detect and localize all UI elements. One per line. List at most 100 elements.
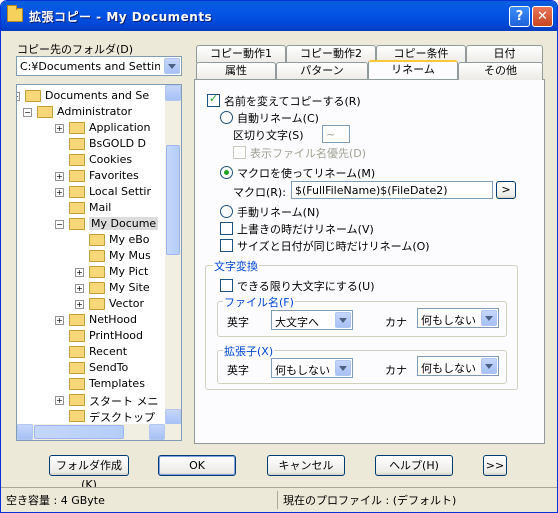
rename-enable-label: 名前を変えてコピーする(R) <box>224 95 361 108</box>
same-size-date-checkbox[interactable] <box>220 239 233 252</box>
title-bar[interactable]: 拡張コピー - My Documents ? ✕ <box>1 1 557 31</box>
scroll-thumb[interactable] <box>166 145 180 255</box>
tree-node[interactable]: − My Docume <box>17 216 165 232</box>
filename-kana-select[interactable]: 何もしない <box>417 308 499 328</box>
folder-icon <box>89 234 105 246</box>
tree-node[interactable]: + NetHood <box>17 312 165 328</box>
tree-node[interactable]: + Local Settir <box>17 184 165 200</box>
filename-eiji-value: 大文字へ <box>275 316 319 329</box>
tree-node[interactable]: − Administrator <box>17 104 165 120</box>
scroll-right-button[interactable] <box>149 424 165 440</box>
expand-icon[interactable]: + <box>55 124 64 133</box>
tree-node-label: Administrator <box>57 105 132 118</box>
tree-node[interactable]: + Vector <box>17 296 165 312</box>
tree-node[interactable]: Cookies <box>17 152 165 168</box>
prefer-display-name-checkbox[interactable] <box>233 146 246 159</box>
tree-node-label: Local Settir <box>89 185 151 198</box>
tab-pattern[interactable]: パターン <box>276 62 368 80</box>
manual-rename-radio[interactable] <box>220 205 233 218</box>
expand-button[interactable]: >> <box>483 455 507 476</box>
collapse-icon[interactable]: − <box>23 108 32 117</box>
folder-icon <box>89 250 105 262</box>
create-folder-button[interactable]: フォルダ作成(K) <box>49 455 129 491</box>
tree-node[interactable]: デスクトップ <box>17 408 165 424</box>
macro-value: $(FullFileName)$(FileDate2) <box>295 184 448 197</box>
macro-rename-radio[interactable] <box>220 166 233 179</box>
extension-eiji-select[interactable]: 何もしない <box>271 358 353 378</box>
filename-eiji-select[interactable]: 大文字へ <box>271 310 353 330</box>
separator-input[interactable]: ~ <box>322 125 350 143</box>
expand-icon[interactable]: + <box>55 316 64 325</box>
tree-node[interactable]: − Documents and Se <box>17 88 165 104</box>
tree-vertical-scrollbar[interactable] <box>165 85 181 425</box>
tab-rename[interactable]: リネーム <box>368 60 458 79</box>
dropdown-arrow-icon[interactable] <box>481 358 497 374</box>
tree-node[interactable]: Recent <box>17 344 165 360</box>
help-button[interactable]: ? <box>509 6 530 27</box>
tree-horizontal-scrollbar[interactable] <box>17 424 181 440</box>
folder-icon <box>69 330 85 342</box>
collapse-icon[interactable]: − <box>17 92 20 101</box>
tree-node[interactable]: PrintHood <box>17 328 165 344</box>
macro-label: マクロ(R): <box>233 186 286 199</box>
macro-picker-button[interactable]: > <box>496 181 516 199</box>
scroll-up-button[interactable] <box>165 85 181 101</box>
ok-button[interactable]: OK <box>158 455 236 476</box>
scroll-down-button[interactable] <box>165 409 181 425</box>
macro-input[interactable]: $(FullFileName)$(FileDate2) <box>291 181 493 199</box>
expand-icon[interactable]: + <box>75 300 84 309</box>
folder-icon <box>69 394 85 406</box>
folder-tree[interactable]: − Documents and Se − Administrator + Applicat… <box>16 84 182 441</box>
dropdown-arrow-icon[interactable] <box>335 312 351 328</box>
uppercase-checkbox[interactable] <box>220 279 233 292</box>
rename-enable-checkbox[interactable] <box>207 92 220 107</box>
collapse-icon[interactable]: − <box>55 220 64 229</box>
tab-attributes[interactable]: 属性 <box>196 62 276 80</box>
overwrite-only-label: 上書きの時だけリネーム(V) <box>237 223 374 236</box>
folder-icon <box>69 122 85 134</box>
auto-rename-radio[interactable] <box>220 111 233 124</box>
tree-node[interactable]: + Favorites <box>17 168 165 184</box>
tree-node[interactable]: + My Pict <box>17 264 165 280</box>
tab-date[interactable]: 日付 <box>466 45 543 63</box>
tree-node-label: Vector <box>109 297 145 310</box>
cancel-button[interactable]: キャンセル <box>267 455 345 476</box>
tree-node[interactable]: BsGOLD D <box>17 136 165 152</box>
tree-node[interactable]: Mail <box>17 200 165 216</box>
extension-kana-label: カナ <box>385 364 407 377</box>
tree-node[interactable]: SendTo <box>17 360 165 376</box>
tab-other[interactable]: その他 <box>458 62 543 80</box>
help-dialog-button[interactable]: ヘルプ(H) <box>375 455 453 476</box>
tree-node[interactable]: Templates <box>17 376 165 392</box>
dropdown-arrow-icon[interactable] <box>164 58 180 74</box>
tree-node[interactable]: + Application <box>17 120 165 136</box>
tab-copy-action-2[interactable]: コピー動作2 <box>286 45 376 63</box>
extension-kana-select[interactable]: 何もしない <box>417 356 499 376</box>
tree-node[interactable]: + My Site <box>17 280 165 296</box>
dialog-window: 拡張コピー - My Documents ? ✕ コピー先のフォルダ(D) C:… <box>0 0 558 513</box>
dest-folder-value: C:¥Documents and Settings¥ <box>20 60 160 73</box>
expand-icon[interactable]: + <box>55 396 64 405</box>
expand-icon[interactable]: + <box>55 172 64 181</box>
tree-node[interactable]: My eBo <box>17 232 165 248</box>
expand-icon[interactable]: + <box>75 268 84 277</box>
overwrite-only-checkbox[interactable] <box>220 222 233 235</box>
folder-icon <box>37 106 53 118</box>
folder-icon <box>69 314 85 326</box>
dropdown-arrow-icon[interactable] <box>481 310 497 326</box>
tab-copy-action-1[interactable]: コピー動作1 <box>196 45 286 63</box>
folder-icon <box>69 154 85 166</box>
tree-node[interactable]: My Mus <box>17 248 165 264</box>
tree-node-label: Templates <box>89 377 145 390</box>
status-separator <box>277 491 278 509</box>
profile-text: 現在のプロファイル : (デフォルト) <box>283 494 457 507</box>
close-button[interactable]: ✕ <box>532 6 553 27</box>
expand-icon[interactable]: + <box>75 284 84 293</box>
scroll-thumb-horizontal[interactable] <box>34 425 124 439</box>
expand-icon[interactable]: + <box>55 188 64 197</box>
dropdown-arrow-icon[interactable] <box>335 360 351 376</box>
scroll-left-button[interactable] <box>17 424 33 440</box>
tree-node[interactable]: + スタート メニ <box>17 392 165 408</box>
dest-folder-combo[interactable]: C:¥Documents and Settings¥ <box>16 56 182 76</box>
filename-group-title: ファイル名(F) <box>223 294 295 310</box>
